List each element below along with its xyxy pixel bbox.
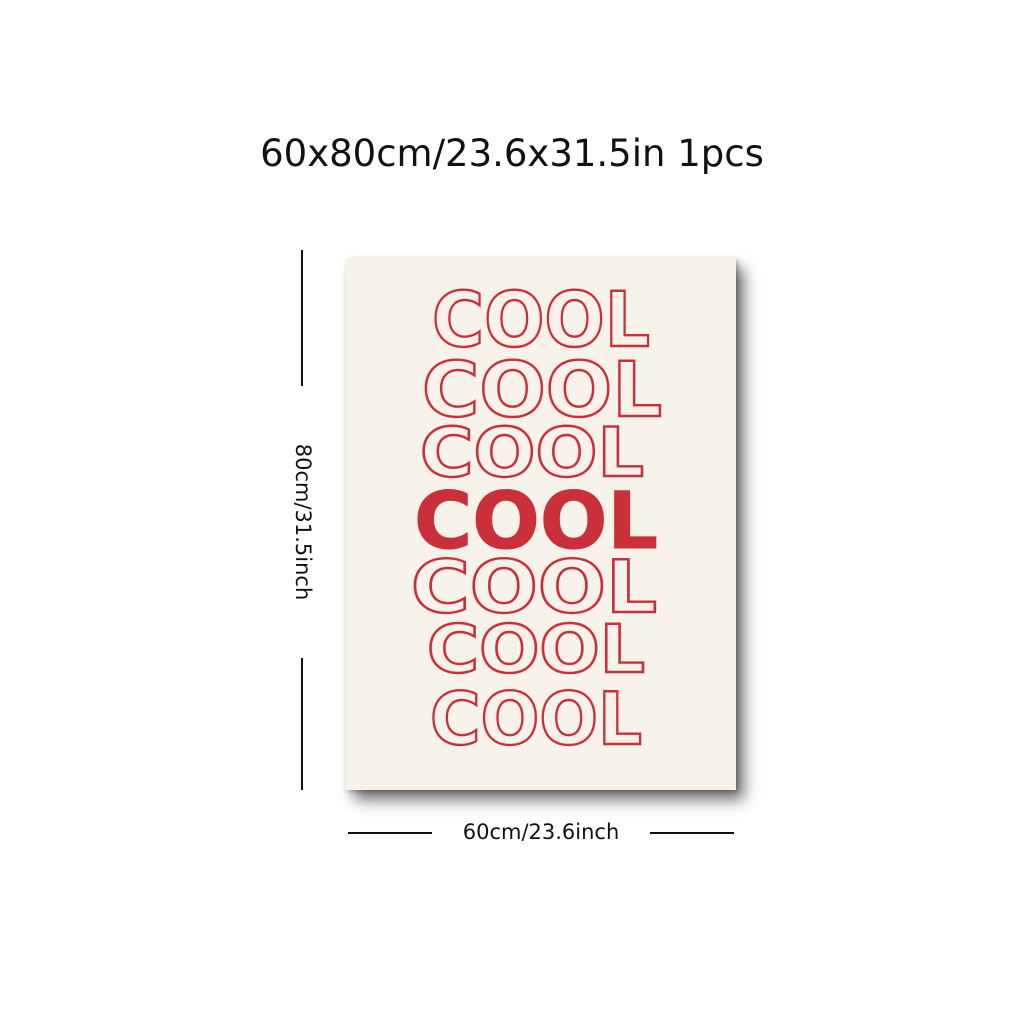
- height-label: 80cm/31.5inch: [291, 443, 315, 601]
- height-dimension-line-top: [301, 250, 303, 386]
- cool-row-7: COOL: [430, 677, 642, 761]
- size-headline: 60x80cm/23.6x31.5in 1pcs: [260, 132, 764, 175]
- cool-artwork: COOL COOL COOL COOL COOL COOL COOL: [410, 274, 663, 762]
- poster-canvas: COOL COOL COOL COOL COOL COOL COOL: [346, 258, 736, 790]
- width-dimension-line-right: [650, 832, 734, 834]
- height-dimension-line-bottom: [301, 658, 303, 790]
- width-label: 60cm/23.6inch: [462, 820, 620, 844]
